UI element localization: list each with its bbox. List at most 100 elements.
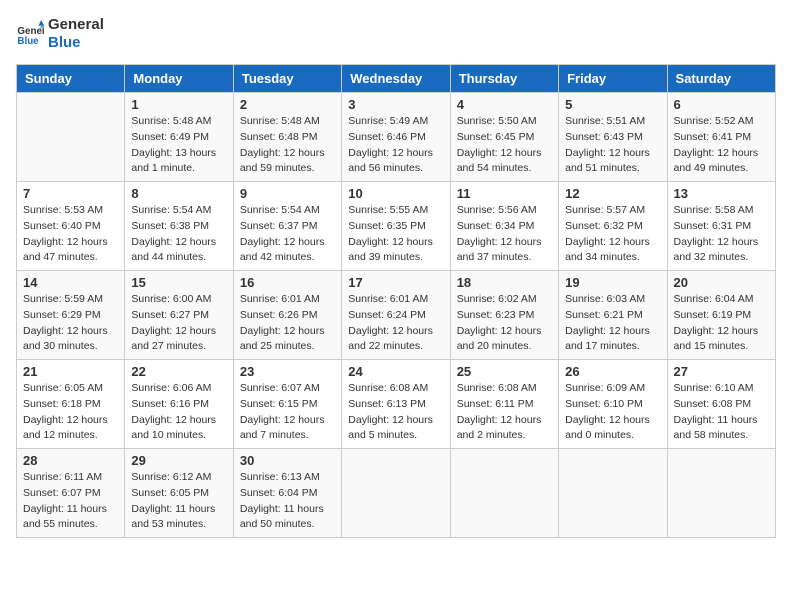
calendar-cell: 24Sunrise: 6:08 AM Sunset: 6:13 PM Dayli… <box>342 360 450 449</box>
day-info: Sunrise: 5:54 AM Sunset: 6:37 PM Dayligh… <box>240 203 335 266</box>
calendar-cell: 10 Sunrise: 5:55 AM Sunset: 6:35 PM Dayli… <box>342 182 450 271</box>
day-info: Sunrise: 6:03 AM Sunset: 6:21 PM Dayligh… <box>565 292 660 355</box>
calendar-cell: 23 Sunrise: 6:07 AM Sunset: 6:15 PM Dayli… <box>233 360 341 449</box>
day-number: 28 <box>23 453 118 468</box>
calendar-cell: 6 Sunrise: 5:52 AM Sunset: 6:41 PM Daylig… <box>667 93 775 182</box>
day-info: Sunrise: 5:55 AM Sunset: 6:35 PM Dayligh… <box>348 203 443 266</box>
day-number: 10 <box>348 186 443 201</box>
day-number: 12 <box>565 186 660 201</box>
day-number: 30 <box>240 453 335 468</box>
col-header-thursday: Thursday <box>450 65 558 93</box>
calendar-cell: 18 Sunrise: 6:02 AM Sunset: 6:23 PM Dayli… <box>450 271 558 360</box>
col-header-wednesday: Wednesday <box>342 65 450 93</box>
calendar-cell: 8 Sunrise: 5:54 AM Sunset: 6:38 PM Daylig… <box>125 182 233 271</box>
calendar-cell: 25Sunrise: 6:08 AM Sunset: 6:11 PM Dayli… <box>450 360 558 449</box>
day-number: 2 <box>240 97 335 112</box>
day-info: Sunrise: 5:50 AM Sunset: 6:45 PM Dayligh… <box>457 114 552 177</box>
day-number: 9 <box>240 186 335 201</box>
svg-text:Blue: Blue <box>17 36 39 47</box>
day-number: 8 <box>131 186 226 201</box>
calendar-cell <box>667 449 775 538</box>
day-number: 18 <box>457 275 552 290</box>
col-header-saturday: Saturday <box>667 65 775 93</box>
day-info: Sunrise: 5:49 AM Sunset: 6:46 PM Dayligh… <box>348 114 443 177</box>
day-number: 24 <box>348 364 443 379</box>
day-info: Sunrise: 6:05 AM Sunset: 6:18 PM Dayligh… <box>23 381 118 444</box>
calendar-cell: 15Sunrise: 6:00 AM Sunset: 6:27 PM Dayli… <box>125 271 233 360</box>
calendar-cell: 29 Sunrise: 6:12 AM Sunset: 6:05 PM Dayli… <box>125 449 233 538</box>
day-number: 13 <box>674 186 769 201</box>
day-number: 15 <box>131 275 226 290</box>
day-info: Sunrise: 5:51 AM Sunset: 6:43 PM Dayligh… <box>565 114 660 177</box>
calendar-cell: 13 Sunrise: 5:58 AM Sunset: 6:31 PM Dayli… <box>667 182 775 271</box>
calendar-cell: 27 Sunrise: 6:10 AM Sunset: 6:08 PM Dayli… <box>667 360 775 449</box>
calendar-cell <box>450 449 558 538</box>
day-info: Sunrise: 6:12 AM Sunset: 6:05 PM Dayligh… <box>131 470 226 533</box>
day-info: Sunrise: 6:06 AM Sunset: 6:16 PM Dayligh… <box>131 381 226 444</box>
calendar-cell <box>559 449 667 538</box>
day-info: Sunrise: 6:04 AM Sunset: 6:19 PM Dayligh… <box>674 292 769 355</box>
calendar-cell: 7 Sunrise: 5:53 AM Sunset: 6:40 PM Daylig… <box>17 182 125 271</box>
day-info: Sunrise: 6:08 AM Sunset: 6:11 PM Dayligh… <box>457 381 552 444</box>
day-number: 4 <box>457 97 552 112</box>
day-info: Sunrise: 6:01 AM Sunset: 6:24 PM Dayligh… <box>348 292 443 355</box>
day-number: 29 <box>131 453 226 468</box>
day-number: 3 <box>348 97 443 112</box>
day-number: 5 <box>565 97 660 112</box>
day-info: Sunrise: 6:09 AM Sunset: 6:10 PM Dayligh… <box>565 381 660 444</box>
calendar-cell: 19 Sunrise: 6:03 AM Sunset: 6:21 PM Dayli… <box>559 271 667 360</box>
calendar-cell: 11Sunrise: 5:56 AM Sunset: 6:34 PM Dayli… <box>450 182 558 271</box>
calendar-cell: 17 Sunrise: 6:01 AM Sunset: 6:24 PM Dayli… <box>342 271 450 360</box>
logo-blue-text: Blue <box>48 34 104 52</box>
day-info: Sunrise: 6:10 AM Sunset: 6:08 PM Dayligh… <box>674 381 769 444</box>
day-info: Sunrise: 6:13 AM Sunset: 6:04 PM Dayligh… <box>240 470 335 533</box>
calendar-cell: 30 Sunrise: 6:13 AM Sunset: 6:04 PM Dayli… <box>233 449 341 538</box>
day-number: 16 <box>240 275 335 290</box>
col-header-friday: Friday <box>559 65 667 93</box>
day-number: 21 <box>23 364 118 379</box>
calendar-cell: 9 Sunrise: 5:54 AM Sunset: 6:37 PM Daylig… <box>233 182 341 271</box>
calendar-cell: 20 Sunrise: 6:04 AM Sunset: 6:19 PM Dayli… <box>667 271 775 360</box>
calendar-table: SundayMondayTuesdayWednesdayThursdayFrid… <box>16 64 776 538</box>
calendar-cell: 5 Sunrise: 5:51 AM Sunset: 6:43 PM Daylig… <box>559 93 667 182</box>
day-number: 20 <box>674 275 769 290</box>
calendar-header-row: SundayMondayTuesdayWednesdayThursdayFrid… <box>17 65 776 93</box>
calendar-cell: 28 Sunrise: 6:11 AM Sunset: 6:07 PM Dayli… <box>17 449 125 538</box>
day-info: Sunrise: 5:53 AM Sunset: 6:40 PM Dayligh… <box>23 203 118 266</box>
calendar-cell: 3 Sunrise: 5:49 AM Sunset: 6:46 PM Daylig… <box>342 93 450 182</box>
day-info: Sunrise: 5:58 AM Sunset: 6:31 PM Dayligh… <box>674 203 769 266</box>
day-info: Sunrise: 5:48 AM Sunset: 6:49 PM Dayligh… <box>131 114 226 177</box>
day-info: Sunrise: 5:59 AM Sunset: 6:29 PM Dayligh… <box>23 292 118 355</box>
calendar-cell <box>342 449 450 538</box>
day-number: 23 <box>240 364 335 379</box>
calendar-cell <box>17 93 125 182</box>
day-info: Sunrise: 5:52 AM Sunset: 6:41 PM Dayligh… <box>674 114 769 177</box>
day-info: Sunrise: 6:01 AM Sunset: 6:26 PM Dayligh… <box>240 292 335 355</box>
day-info: Sunrise: 6:07 AM Sunset: 6:15 PM Dayligh… <box>240 381 335 444</box>
day-number: 6 <box>674 97 769 112</box>
col-header-tuesday: Tuesday <box>233 65 341 93</box>
day-info: Sunrise: 6:11 AM Sunset: 6:07 PM Dayligh… <box>23 470 118 533</box>
calendar-cell: 14Sunrise: 5:59 AM Sunset: 6:29 PM Dayli… <box>17 271 125 360</box>
logo-icon: General Blue <box>16 20 44 48</box>
day-info: Sunrise: 5:57 AM Sunset: 6:32 PM Dayligh… <box>565 203 660 266</box>
day-info: Sunrise: 6:02 AM Sunset: 6:23 PM Dayligh… <box>457 292 552 355</box>
day-number: 17 <box>348 275 443 290</box>
day-number: 26 <box>565 364 660 379</box>
week-row-4: 21 Sunrise: 6:05 AM Sunset: 6:18 PM Dayli… <box>17 360 776 449</box>
logo-general-text: General <box>48 16 104 34</box>
page-header: General Blue General Blue <box>16 16 776 52</box>
day-number: 1 <box>131 97 226 112</box>
calendar-cell: 16 Sunrise: 6:01 AM Sunset: 6:26 PM Dayli… <box>233 271 341 360</box>
week-row-2: 7 Sunrise: 5:53 AM Sunset: 6:40 PM Daylig… <box>17 182 776 271</box>
logo: General Blue General Blue <box>16 16 104 52</box>
day-number: 27 <box>674 364 769 379</box>
day-number: 22 <box>131 364 226 379</box>
calendar-cell: 22 Sunrise: 6:06 AM Sunset: 6:16 PM Dayli… <box>125 360 233 449</box>
calendar-cell: 21 Sunrise: 6:05 AM Sunset: 6:18 PM Dayli… <box>17 360 125 449</box>
day-number: 19 <box>565 275 660 290</box>
day-number: 7 <box>23 186 118 201</box>
day-info: Sunrise: 5:54 AM Sunset: 6:38 PM Dayligh… <box>131 203 226 266</box>
calendar-cell: 12 Sunrise: 5:57 AM Sunset: 6:32 PM Dayli… <box>559 182 667 271</box>
col-header-sunday: Sunday <box>17 65 125 93</box>
